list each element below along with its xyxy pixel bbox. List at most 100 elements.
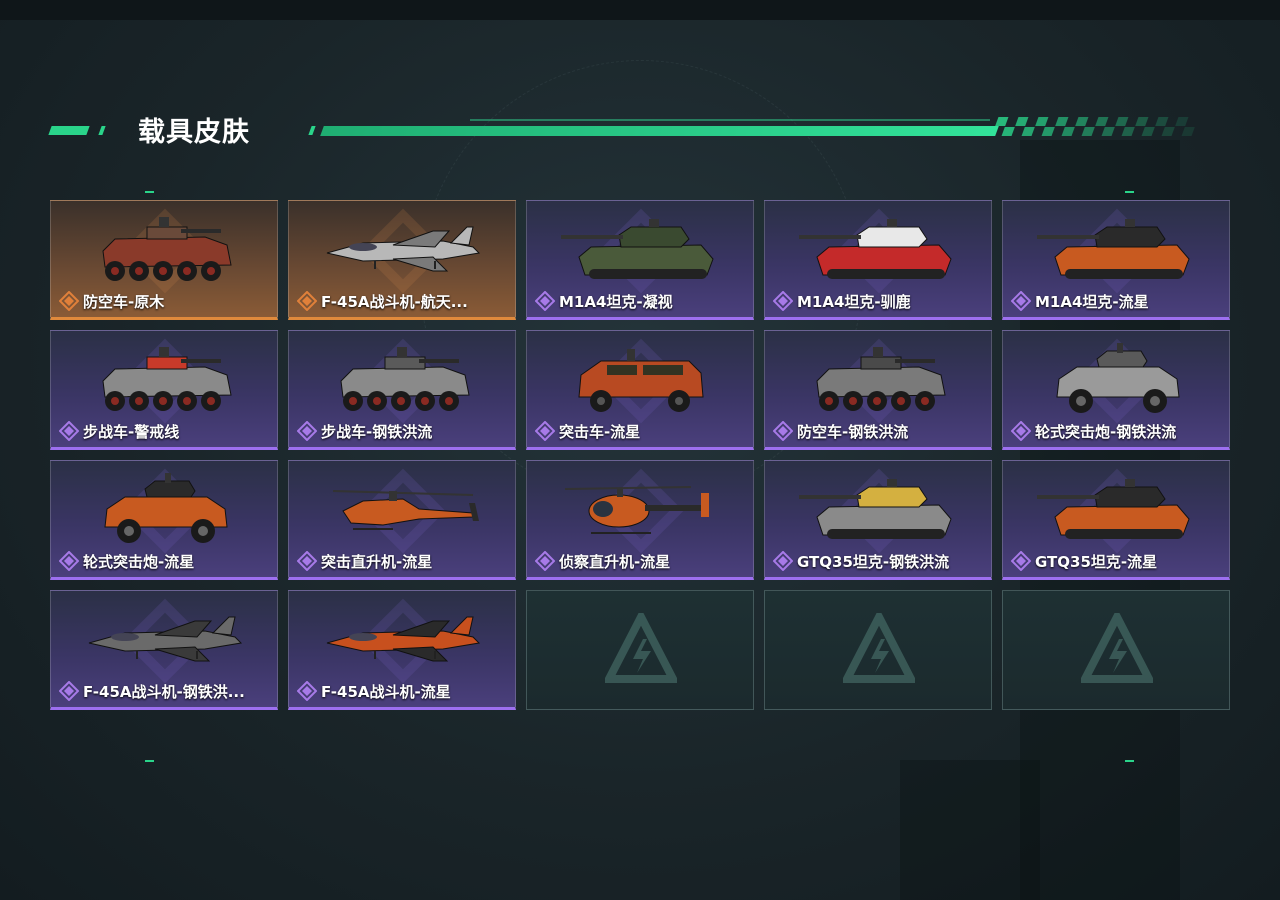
skin-label: 突击车-流星 [534, 419, 641, 443]
skin-card[interactable]: 步战车-钢铁洪流 [288, 330, 516, 450]
skin-name: 侦察直升机-流星 [559, 552, 671, 571]
placeholder-logo-icon [840, 608, 918, 685]
skin-label: M1A4坦克-驯鹿 [772, 289, 911, 313]
skin-label: 轮式突击炮-流星 [58, 549, 195, 573]
skin-label: 步战车-钢铁洪流 [296, 419, 433, 443]
wheeled-apc-vehicle-image [799, 339, 959, 421]
header-checker-pattern [992, 117, 1204, 136]
skin-name: GTQ35坦克-流星 [1035, 552, 1158, 571]
skin-label: F-45A战斗机-钢铁洪... [58, 679, 245, 703]
skin-card[interactable]: 防空车-钢铁洪流 [764, 330, 992, 450]
purple-rarity-icon [296, 680, 318, 702]
wheeled-apc-vehicle-image [323, 339, 483, 421]
skin-name: 防空车-原木 [83, 292, 165, 311]
tank-vehicle-image [1037, 469, 1197, 551]
skin-name: GTQ35坦克-钢铁洪流 [797, 552, 950, 571]
skin-name: M1A4坦克-流星 [1035, 292, 1149, 311]
skin-label: M1A4坦克-流星 [1010, 289, 1149, 313]
corner-tick [1125, 191, 1134, 193]
header-accent [98, 126, 106, 135]
skin-card[interactable]: M1A4坦克-驯鹿 [764, 200, 992, 320]
corner-tick [1125, 760, 1134, 762]
purple-rarity-icon [772, 420, 794, 442]
purple-rarity-icon [534, 550, 556, 572]
skin-card[interactable]: GTQ35坦克-钢铁洪流 [764, 460, 992, 580]
jet-vehicle-image [85, 599, 245, 681]
skin-card[interactable]: 轮式突击炮-钢铁洪流 [1002, 330, 1230, 450]
skin-name: M1A4坦克-凝视 [559, 292, 673, 311]
jet-vehicle-image [323, 209, 483, 291]
armored-car-vehicle-image [85, 469, 245, 551]
skin-card[interactable]: GTQ35坦克-流星 [1002, 460, 1230, 580]
placeholder-logo-icon [1078, 608, 1156, 685]
purple-rarity-icon [296, 550, 318, 572]
skin-name: 步战车-警戒线 [83, 422, 180, 441]
skin-card[interactable]: F-45A战斗机-钢铁洪... [50, 590, 278, 710]
purple-rarity-icon [772, 550, 794, 572]
skin-name: F-45A战斗机-钢铁洪... [83, 682, 245, 701]
jet-vehicle-image [323, 599, 483, 681]
wheeled-apc-vehicle-image [85, 209, 245, 291]
skin-name: 突击车-流星 [559, 422, 641, 441]
skin-label: 侦察直升机-流星 [534, 549, 671, 573]
header-accent [308, 126, 316, 135]
skin-name: 突击直升机-流星 [321, 552, 433, 571]
header-line [320, 126, 999, 136]
empty-skin-slot[interactable] [764, 590, 992, 710]
purple-rarity-icon [772, 290, 794, 312]
skin-card[interactable]: F-45A战斗机-流星 [288, 590, 516, 710]
skin-label: 突击直升机-流星 [296, 549, 433, 573]
corner-tick [145, 760, 154, 762]
skin-label: GTQ35坦克-钢铁洪流 [772, 549, 950, 573]
skin-card[interactable]: 侦察直升机-流星 [526, 460, 754, 580]
page-title: 载具皮肤 [138, 117, 250, 148]
orange-rarity-icon [296, 290, 318, 312]
skin-card[interactable]: 步战车-警戒线 [50, 330, 278, 450]
skin-card[interactable]: 突击直升机-流星 [288, 460, 516, 580]
skin-grid: 防空车-原木 F-45A战斗机-航天... M1A4坦克-凝视 M1A4坦克-驯… [50, 200, 1230, 710]
empty-skin-slot[interactable] [526, 590, 754, 710]
skin-label: 防空车-钢铁洪流 [772, 419, 909, 443]
corner-tick [145, 191, 154, 193]
skin-name: 步战车-钢铁洪流 [321, 422, 433, 441]
skin-name: F-45A战斗机-流星 [321, 682, 451, 701]
skin-name: F-45A战斗机-航天... [321, 292, 468, 311]
purple-rarity-icon [534, 290, 556, 312]
scout-heli-vehicle-image [561, 469, 721, 551]
tank-vehicle-image [799, 469, 959, 551]
skin-label: M1A4坦克-凝视 [534, 289, 673, 313]
skin-card[interactable]: M1A4坦克-凝视 [526, 200, 754, 320]
truck-vehicle-image [561, 339, 721, 421]
skin-label: 轮式突击炮-钢铁洪流 [1010, 419, 1177, 443]
skin-label: GTQ35坦克-流星 [1010, 549, 1158, 573]
skin-card[interactable]: 防空车-原木 [50, 200, 278, 320]
header-thin-line [470, 119, 990, 121]
purple-rarity-icon [1010, 420, 1032, 442]
tank-vehicle-image [799, 209, 959, 291]
skin-name: 轮式突击炮-流星 [83, 552, 195, 571]
empty-skin-slot[interactable] [1002, 590, 1230, 710]
skin-label: F-45A战斗机-航天... [296, 289, 468, 313]
armored-car-vehicle-image [1037, 339, 1197, 421]
skin-card[interactable]: M1A4坦克-流星 [1002, 200, 1230, 320]
attack-heli-vehicle-image [323, 469, 483, 551]
tank-vehicle-image [561, 209, 721, 291]
purple-rarity-icon [1010, 290, 1032, 312]
wheeled-apc-vehicle-image [85, 339, 245, 421]
skin-name: 防空车-钢铁洪流 [797, 422, 909, 441]
skin-card[interactable]: F-45A战斗机-航天... [288, 200, 516, 320]
purple-rarity-icon [1010, 550, 1032, 572]
background-silhouette [900, 760, 1040, 900]
purple-rarity-icon [58, 550, 80, 572]
skin-name: 轮式突击炮-钢铁洪流 [1035, 422, 1177, 441]
skin-label: F-45A战斗机-流星 [296, 679, 451, 703]
tank-vehicle-image [1037, 209, 1197, 291]
purple-rarity-icon [296, 420, 318, 442]
skin-name: M1A4坦克-驯鹿 [797, 292, 911, 311]
skin-card[interactable]: 突击车-流星 [526, 330, 754, 450]
skin-card[interactable]: 轮式突击炮-流星 [50, 460, 278, 580]
skin-label: 步战车-警戒线 [58, 419, 180, 443]
purple-rarity-icon [534, 420, 556, 442]
top-bar [0, 0, 1280, 20]
skin-label: 防空车-原木 [58, 289, 165, 313]
